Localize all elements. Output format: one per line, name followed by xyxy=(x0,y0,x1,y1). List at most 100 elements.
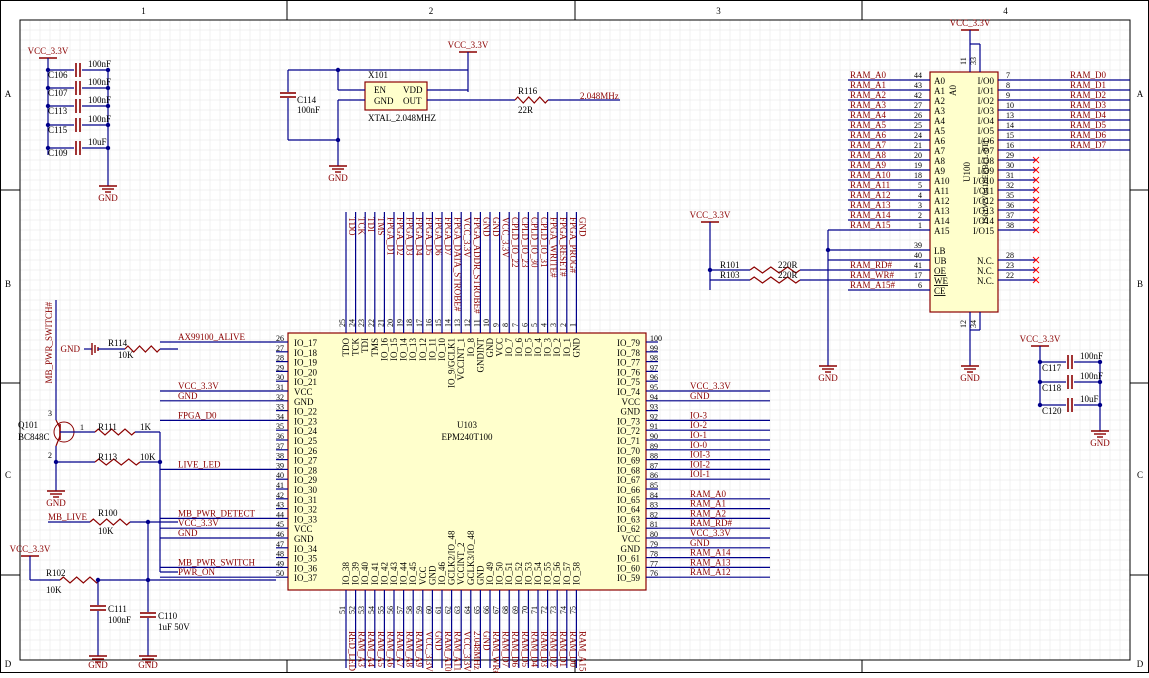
junction-dot xyxy=(825,247,831,253)
pin-number: 84 xyxy=(650,491,658,500)
pin-name: A1 xyxy=(934,86,945,96)
pin-name: IO_33 xyxy=(294,514,317,524)
pin-number: 49 xyxy=(276,559,284,568)
pin-number: 34 xyxy=(276,412,284,421)
net-label: RAM_WR# xyxy=(850,270,895,280)
pin-name: VCC xyxy=(621,534,640,544)
pin-name: IO_4 xyxy=(533,338,543,357)
pin-name: A0 xyxy=(934,76,945,86)
net-label: MB_PWR_SWITCH# xyxy=(44,302,54,384)
pin-number: 14 xyxy=(1006,121,1014,130)
net-label: RAM_A10 xyxy=(850,170,891,180)
net-label: IO-1 xyxy=(690,430,707,440)
pin-name: IO_35 xyxy=(294,554,317,564)
pin-name: IO_32 xyxy=(294,505,317,515)
capacitor-value: 100nF xyxy=(88,95,111,105)
pin-number: 95 xyxy=(650,383,658,392)
net-label: VCC_3.3V xyxy=(178,518,219,528)
pin-number: 2 xyxy=(918,211,922,220)
pin-name: GNDINT xyxy=(475,338,485,373)
pin-number: 15 xyxy=(1006,131,1014,140)
net-label: LIVE_LED xyxy=(178,459,221,469)
resistor-designator: R103 xyxy=(720,270,740,280)
pin-number: 6 xyxy=(918,281,922,290)
zone-column-label: 2 xyxy=(429,6,434,16)
pin-name: VCC xyxy=(418,566,428,585)
pin-name: GND xyxy=(485,338,495,358)
pin-name: IO_67 xyxy=(617,475,640,485)
net-label: RAM_D3 xyxy=(1070,100,1107,110)
pin-name: IO_57 xyxy=(562,562,572,585)
pin-number: 8 xyxy=(1006,81,1010,90)
zone-row-label: D xyxy=(5,659,12,669)
pin-number: 2 xyxy=(48,451,52,460)
junction-dot xyxy=(335,67,341,73)
pin-number: 3 xyxy=(549,323,558,327)
pin-name: IO_3 xyxy=(543,338,553,357)
resistor-value: 220R xyxy=(778,260,798,270)
pin-number: 26 xyxy=(276,334,284,343)
pin-name: IO_11 xyxy=(427,338,437,361)
net-label: RAM_A2 xyxy=(690,508,726,518)
pin-name: UB xyxy=(934,256,947,266)
resistor-value: 10K xyxy=(118,350,134,360)
pin-name: IO_66 xyxy=(617,485,640,495)
pin-number: 82 xyxy=(650,510,658,519)
pin-name: IO_42 xyxy=(379,562,389,585)
pin-name: IO_55 xyxy=(543,562,553,585)
pin-number: 35 xyxy=(276,422,284,431)
capacitor-value: 100nF xyxy=(1080,371,1103,381)
pin-number: 31 xyxy=(1006,171,1014,180)
net-label: RAM_D2 xyxy=(1070,90,1106,100)
net-label: IO-3 xyxy=(690,410,707,420)
pin-name: EN xyxy=(374,85,386,95)
pin-number: 33 xyxy=(969,57,978,65)
pin-number: 40 xyxy=(276,471,284,480)
pin-name: IO_5 xyxy=(523,338,533,357)
resistor-value: 10K xyxy=(46,585,62,595)
vcc-label: VCC_3.3V xyxy=(1020,334,1061,344)
pin-name: A2 xyxy=(934,96,945,106)
pin-name: TDI xyxy=(360,338,370,353)
pin-number: 17 xyxy=(914,271,922,280)
zone-row-label: D xyxy=(1137,659,1144,669)
pin-number: 29 xyxy=(276,363,284,372)
pin-name: IO_26 xyxy=(294,446,317,456)
net-label: RAM_RD# xyxy=(850,260,893,270)
pin-name: IO_49 xyxy=(485,562,495,585)
pin-number: 40 xyxy=(914,251,922,260)
pin-name: VCC xyxy=(294,524,313,534)
pin-name: IO_52 xyxy=(514,562,524,585)
resistor-designator: R113 xyxy=(98,452,118,462)
pin-number: 31 xyxy=(276,383,284,392)
pin-number: 92 xyxy=(650,412,658,421)
pin-name: IO_44 xyxy=(399,562,409,585)
pin-name: IO_19 xyxy=(294,358,317,368)
pin-number: 76 xyxy=(650,569,658,578)
pin-name: A14 xyxy=(934,216,950,226)
pin-name: A8 xyxy=(934,156,945,166)
pin-name: LB xyxy=(934,246,946,256)
pin-name: IO_63 xyxy=(617,514,640,524)
pin-number: 10 xyxy=(1006,101,1014,110)
pin-number: 46 xyxy=(276,530,284,539)
pin-number: 97 xyxy=(650,363,658,372)
pin-number: 38 xyxy=(276,452,284,461)
pin-number: 28 xyxy=(276,354,284,363)
net-label: RAM_RD# xyxy=(690,518,733,528)
net-label: RAM_A13 xyxy=(690,557,731,567)
pin-name: TCK xyxy=(351,337,361,356)
net-label: GND xyxy=(577,217,587,237)
capacitor-value: 100nF xyxy=(88,59,111,69)
vcc-label: VCC_3.3V xyxy=(448,40,489,50)
capacitor-value: 100nF xyxy=(88,114,111,124)
pin-name: IO_23 xyxy=(294,416,317,426)
capacitor-designator: C115 xyxy=(48,125,68,135)
pin-name: IO_37 xyxy=(294,573,317,583)
zone-column-label: 1 xyxy=(141,6,146,16)
net-label: RAM_A14 xyxy=(690,548,731,558)
pin-number: 32 xyxy=(276,393,284,402)
pin-number: 9 xyxy=(492,323,501,327)
ic-designator: U103 xyxy=(457,420,477,430)
pin-name: IO_56 xyxy=(552,562,562,585)
